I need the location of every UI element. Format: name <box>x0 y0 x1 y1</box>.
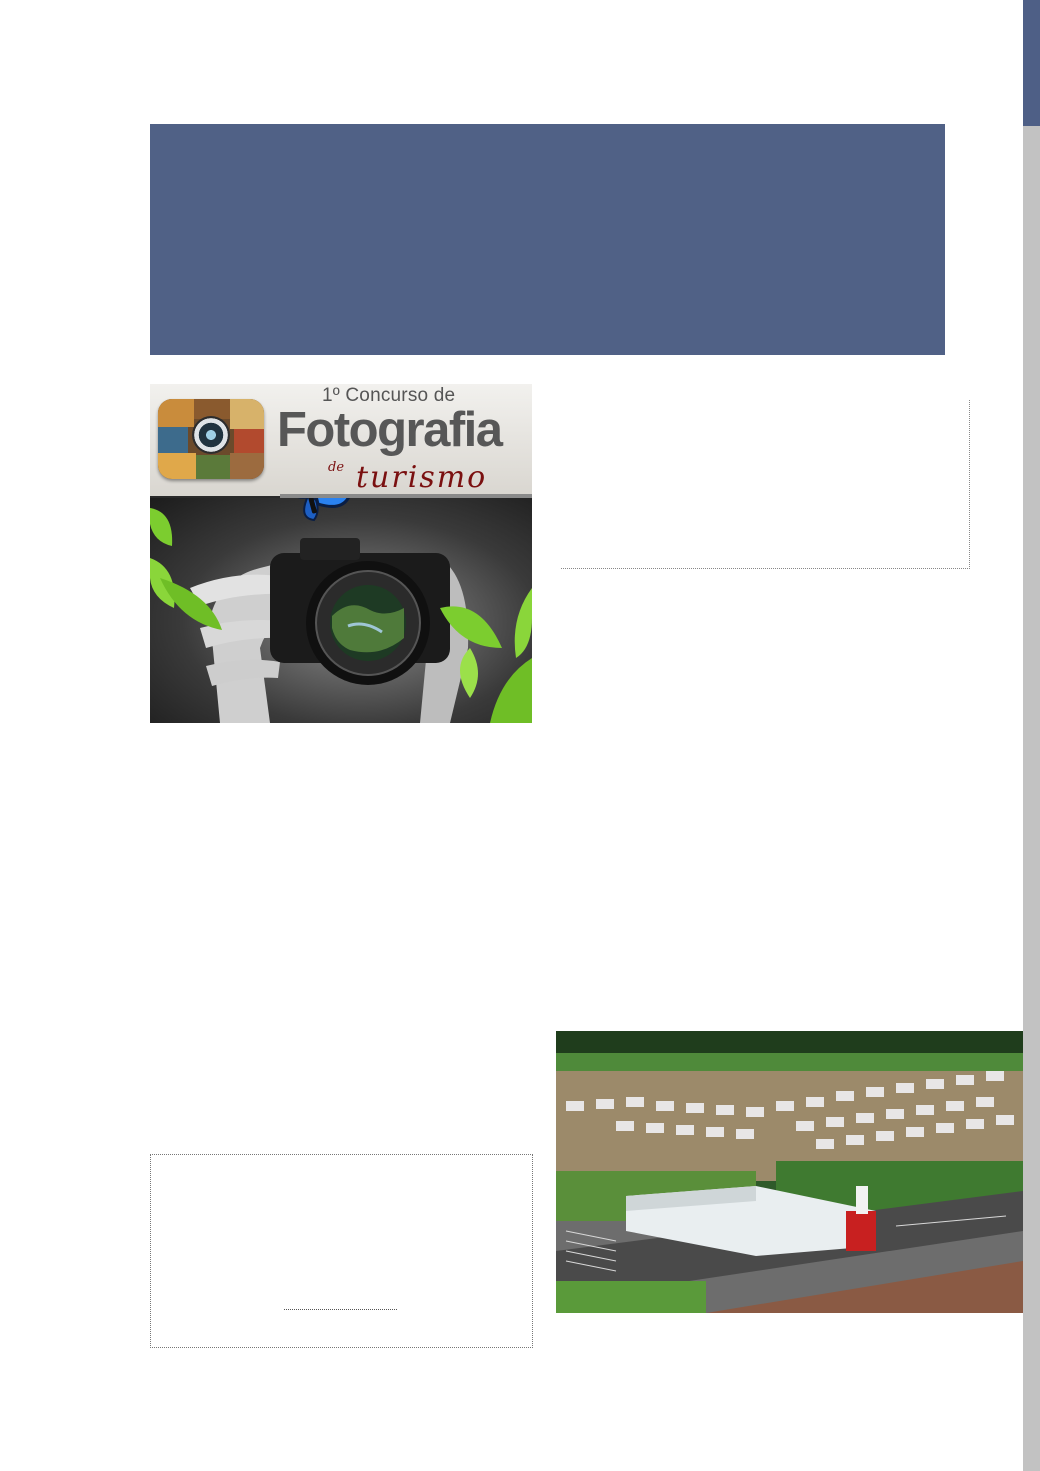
contest-poster: 1º Concurso de Fotografia de turismo <box>150 384 532 723</box>
aerial-photo-illustration <box>556 1031 1023 1313</box>
caption-box-frame <box>150 1154 533 1348</box>
camera-icon <box>270 538 450 685</box>
aerial-photo <box>556 1031 1023 1313</box>
scrollbar-thumb[interactable] <box>1023 0 1040 126</box>
signature-line <box>284 1309 397 1310</box>
camera-lens-icon <box>192 416 230 454</box>
poster-title-area: 1º Concurso de Fotografia de turismo <box>150 384 532 496</box>
poster-line-2: Fotografia <box>277 403 503 457</box>
poster-line-3: de <box>328 460 345 475</box>
text-box-frame <box>561 400 970 569</box>
photo-collage-icon <box>158 399 264 479</box>
page-scrollbar[interactable] <box>1023 0 1040 1471</box>
butterfly-icon <box>297 498 350 522</box>
poster-illustration <box>150 498 532 723</box>
header-banner <box>150 124 945 355</box>
poster-line-4: turismo <box>356 460 488 495</box>
poster-photo <box>150 498 532 723</box>
